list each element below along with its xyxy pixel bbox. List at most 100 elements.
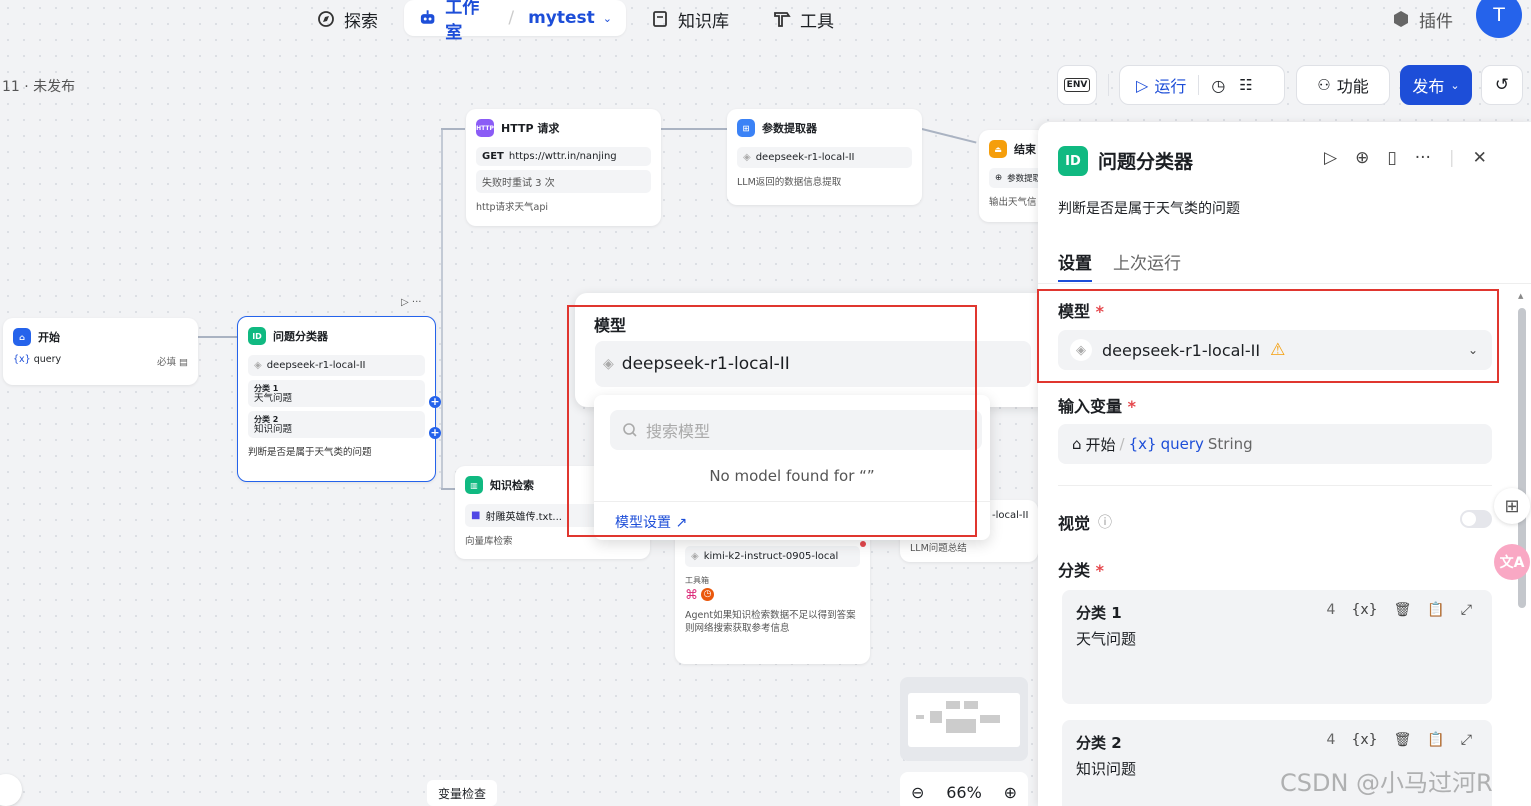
classifier-icon: ID bbox=[1058, 146, 1088, 176]
model-search-placeholder: 搜索模型 bbox=[646, 422, 711, 441]
start-var-row: {x} query 必填 ▤ bbox=[3, 352, 198, 370]
add-branch-port-2[interactable]: + bbox=[429, 427, 441, 439]
canvas-tool-button[interactable] bbox=[0, 774, 22, 806]
project-name[interactable]: mytest bbox=[528, 8, 595, 28]
classifier-icon: ID bbox=[248, 327, 266, 345]
close-icon[interactable]: ✕ bbox=[1473, 148, 1487, 168]
zoom-in-icon[interactable]: ⊕ bbox=[1004, 783, 1017, 802]
class-item-1[interactable]: 分类 1 4 {x} 🗑 📋 ⤢ 天气问题 bbox=[1062, 590, 1492, 704]
expand-icon[interactable]: ⤢ bbox=[1461, 602, 1472, 618]
nav-explore[interactable]: 探索 bbox=[316, 4, 378, 34]
nav-tools[interactable]: 工具 bbox=[772, 4, 834, 34]
expand-icon[interactable]: ⤢ bbox=[1461, 732, 1472, 748]
edge-start-classifier bbox=[198, 336, 238, 338]
warning-icon: ⚠ bbox=[1270, 340, 1286, 360]
type-icon: ▤ bbox=[179, 357, 188, 368]
panel-desc[interactable]: 判断是否是属于天气类的问题 bbox=[1058, 198, 1240, 218]
node-classifier[interactable]: ID 问题分类器 ◈ deepseek-r1-local-II 分类 1 天气问题 … bbox=[237, 316, 436, 482]
minimap-node bbox=[916, 715, 924, 719]
zoom-level[interactable]: 66% bbox=[946, 783, 982, 802]
tab-active-underline bbox=[1058, 280, 1092, 282]
class-item-tools: 4 {x} 🗑 📋 ⤢ bbox=[1327, 602, 1472, 618]
more-icon[interactable]: ··· bbox=[1415, 148, 1431, 168]
start-var: query bbox=[33, 354, 62, 365]
version-history-button[interactable]: ↺ bbox=[1481, 65, 1523, 105]
variable-icon: ⊕ bbox=[995, 173, 1003, 183]
agent-model: kimi-k2-instruct-0905-local bbox=[703, 551, 839, 562]
book-icon bbox=[653, 11, 667, 27]
node-classifier-title: 问题分类器 bbox=[273, 330, 328, 343]
locate-icon[interactable]: ⊕ bbox=[1355, 148, 1369, 168]
run-button[interactable]: 运行 bbox=[1154, 73, 1186, 97]
history-icon: ↺ bbox=[1494, 75, 1510, 95]
play-icon[interactable]: ▷ bbox=[1136, 76, 1148, 95]
minimap[interactable] bbox=[900, 677, 1028, 761]
scroll-up-icon[interactable]: ▲ bbox=[1518, 292, 1523, 300]
chevron-down-icon[interactable]: ⌄ bbox=[603, 12, 612, 25]
model-settings-link[interactable]: 模型设置 ↗ bbox=[615, 512, 687, 532]
model-label: 模型 * bbox=[1058, 298, 1104, 322]
chevron-down-icon: ⌄ bbox=[1467, 343, 1478, 357]
popup-model-select[interactable]: ◈ deepseek-r1-local-II bbox=[595, 341, 1031, 387]
clipboard-icon[interactable]: 📋 bbox=[1427, 732, 1444, 748]
node-http[interactable]: HTTP HTTP 请求 GET https://wttr.in/nanjing 失… bbox=[466, 109, 661, 226]
insert-variable-icon[interactable]: {x} bbox=[1351, 602, 1377, 618]
nav-workspace-pill[interactable]: 工作室 / mytest ⌄ bbox=[404, 0, 626, 43]
delete-icon[interactable]: 🗑 bbox=[1394, 732, 1412, 748]
model-cube-icon: ◈ bbox=[743, 152, 751, 163]
model-search-input[interactable]: 搜索模型 bbox=[610, 410, 982, 450]
cube-icon bbox=[1394, 11, 1408, 27]
env-icon: ENV bbox=[1063, 78, 1091, 92]
node-extractor[interactable]: ⊞ 参数提取器 ◈ deepseek-r1-local-II LLM返回的数据信息提… bbox=[727, 109, 922, 205]
avatar[interactable]: T bbox=[1476, 0, 1522, 38]
vision-toggle[interactable] bbox=[1460, 510, 1492, 528]
apps-icon[interactable]: ⊞ bbox=[1494, 488, 1530, 524]
http-desc: http请求天气api bbox=[476, 202, 548, 213]
end-icon: ⏏ bbox=[989, 140, 1007, 158]
tab-last-run[interactable]: 上次运行 bbox=[1113, 249, 1181, 274]
node-actions[interactable]: ▷ ··· bbox=[401, 297, 421, 308]
checklist-icon[interactable]: ☷ bbox=[1239, 76, 1252, 94]
insert-variable-icon[interactable]: {x} bbox=[1351, 732, 1377, 748]
section-divider bbox=[1058, 485, 1492, 486]
publish-button[interactable]: 发布 ⌄ bbox=[1400, 65, 1472, 105]
class-item-text[interactable]: 知识问题 bbox=[1076, 758, 1136, 779]
env-button[interactable]: ENV bbox=[1057, 65, 1097, 105]
help-icon[interactable]: ⓘ bbox=[1098, 512, 1112, 532]
minimap-node bbox=[946, 719, 976, 733]
input-var-label-text: 输入变量 bbox=[1058, 397, 1123, 416]
variable-icon: {x} bbox=[1128, 435, 1157, 453]
nav-separator: / bbox=[508, 8, 515, 28]
model-select[interactable]: ◈ deepseek-r1-local-II ⚠ ⌄ bbox=[1058, 330, 1492, 370]
history-run-icon[interactable]: ◷ bbox=[1211, 76, 1225, 95]
node-start[interactable]: ⌂ 开始 {x} query 必填 ▤ bbox=[3, 318, 198, 385]
add-branch-port-1[interactable]: + bbox=[429, 396, 441, 408]
book-icon[interactable]: ▯ bbox=[1387, 148, 1396, 168]
class-item-text[interactable]: 天气问题 bbox=[1076, 628, 1136, 649]
play-icon[interactable]: ▷ bbox=[401, 297, 409, 308]
edge-to-knowledge bbox=[441, 488, 455, 490]
more-icon[interactable]: ··· bbox=[412, 297, 422, 308]
model-label-text: 模型 bbox=[1058, 302, 1091, 321]
model-cube-icon: ◈ bbox=[603, 356, 614, 372]
input-node: 开始 bbox=[1085, 435, 1116, 454]
translate-icon[interactable]: 文A bbox=[1494, 544, 1530, 580]
minimap-node bbox=[946, 701, 960, 709]
nav-plugins[interactable]: 插件 bbox=[1391, 4, 1453, 34]
tab-settings[interactable]: 设置 bbox=[1058, 249, 1092, 274]
extractor-icon: ⊞ bbox=[737, 119, 755, 137]
clipboard-icon[interactable]: 📋 bbox=[1427, 602, 1444, 618]
warning-dot bbox=[860, 541, 866, 547]
nav-explore-label: 探索 bbox=[344, 11, 378, 32]
model-cube-icon: ◈ bbox=[691, 551, 699, 562]
features-button[interactable]: ⚇ 功能 bbox=[1296, 65, 1390, 105]
input-var-field[interactable]: ⌂ 开始 / {x} query String bbox=[1058, 424, 1492, 464]
delete-icon[interactable]: 🗑 bbox=[1394, 602, 1412, 618]
run-node-icon[interactable]: ▷ bbox=[1324, 148, 1337, 168]
top-nav: 探索 工作室 / mytest ⌄ 知识库 工具 插件 T bbox=[0, 0, 1531, 44]
nav-knowledge[interactable]: 知识库 bbox=[650, 4, 729, 34]
edge-to-http bbox=[441, 128, 465, 130]
node-agent[interactable]: ◈ kimi-k2-instruct-0905-local 工具箱 ⌘ ◷ Age… bbox=[675, 530, 870, 664]
var-check-button[interactable]: 变量检查 bbox=[427, 780, 497, 806]
zoom-out-icon[interactable]: ⊖ bbox=[911, 783, 924, 802]
